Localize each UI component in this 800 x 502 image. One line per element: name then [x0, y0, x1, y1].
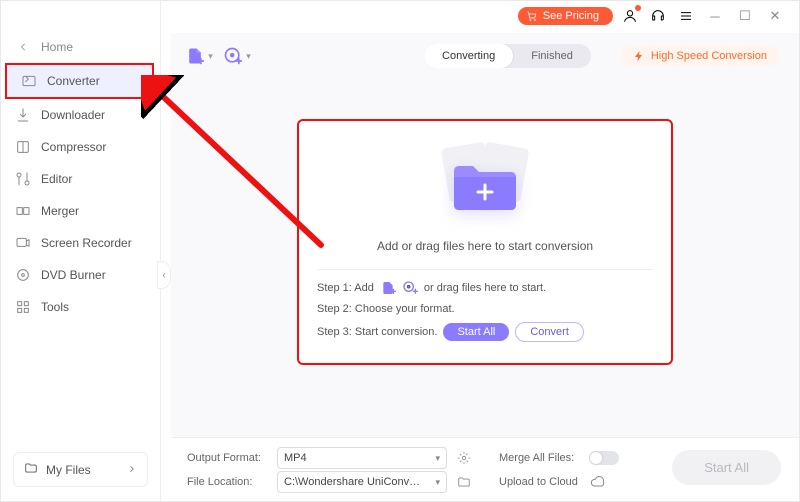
start-all-pill[interactable]: Start All [443, 323, 509, 341]
add-dvd-icon [402, 280, 418, 296]
close-button[interactable]: ✕ [763, 4, 787, 28]
main-panel: ▾ ▾ Converting Finished High Speed Conve… [171, 33, 799, 501]
nav-dvd-burner-label: DVD Burner [41, 268, 106, 282]
see-pricing-button[interactable]: See Pricing [518, 7, 613, 25]
step3-text: Step 3: Start conversion. [317, 326, 437, 338]
add-file-icon [380, 280, 396, 296]
converter-icon [21, 73, 37, 89]
output-format-select[interactable]: MP4 ▾ [277, 447, 447, 469]
tools-icon [15, 299, 31, 315]
add-dvd-button[interactable]: ▾ [223, 42, 251, 70]
steps: Step 1: Add or drag files here to start.… [317, 280, 653, 342]
folder-illustration [317, 143, 653, 229]
minimize-button[interactable]: ─ [703, 4, 727, 28]
nav-home[interactable]: Home [1, 31, 160, 63]
nav-compressor[interactable]: Compressor [1, 131, 160, 163]
nav-merger-label: Merger [41, 204, 79, 218]
folder-icon [24, 461, 38, 478]
screen-recorder-icon [15, 235, 31, 251]
step1-prefix: Step 1: Add [317, 282, 374, 294]
downloader-icon [15, 107, 31, 123]
high-speed-conversion-button[interactable]: High Speed Conversion [621, 46, 779, 66]
nav-downloader-label: Downloader [41, 108, 105, 122]
compressor-icon [15, 139, 31, 155]
nav-editor-label: Editor [41, 172, 72, 186]
output-format-label: Output Format: [187, 452, 269, 464]
upload-cloud-label: Upload to Cloud [499, 476, 581, 488]
nav-dvd-burner[interactable]: DVD Burner [1, 259, 160, 291]
see-pricing-label: See Pricing [543, 10, 599, 22]
merge-all-toggle[interactable] [589, 451, 619, 465]
footer: Output Format: MP4 ▾ Merge All Files: Fi… [171, 437, 799, 501]
maximize-button[interactable]: ☐ [733, 4, 757, 28]
nav-merger[interactable]: Merger [1, 195, 160, 227]
chevron-down-icon: ▾ [246, 51, 251, 62]
chevron-right-icon [127, 463, 137, 477]
menu-icon[interactable] [675, 5, 697, 27]
nav-screen-recorder[interactable]: Screen Recorder [1, 227, 160, 259]
merger-icon [15, 203, 31, 219]
chevron-down-icon: ▾ [208, 51, 213, 62]
output-format-value: MP4 [284, 452, 307, 464]
lightning-icon [633, 50, 645, 62]
back-icon [15, 39, 31, 55]
add-file-button[interactable]: ▾ [185, 42, 213, 70]
dvd-burner-icon [15, 267, 31, 283]
chevron-down-icon: ▾ [435, 477, 440, 488]
sidebar-collapse-handle[interactable]: ‹ [157, 261, 171, 289]
cloud-icon[interactable] [589, 473, 607, 491]
folder-plus-icon [450, 157, 520, 215]
sidebar: Home Converter Downloader Compressor Edi… [1, 1, 161, 501]
tab-finished[interactable]: Finished [513, 44, 591, 68]
nav-editor[interactable]: Editor [1, 163, 160, 195]
chevron-down-icon: ▾ [435, 453, 440, 464]
high-speed-label: High Speed Conversion [651, 50, 767, 62]
nav-tools-label: Tools [41, 300, 69, 314]
nav-converter[interactable]: Converter [5, 63, 154, 99]
file-location-label: File Location: [187, 476, 269, 488]
start-all-button[interactable]: Start All [672, 450, 781, 485]
support-icon[interactable] [647, 5, 669, 27]
open-folder-icon[interactable] [455, 473, 473, 491]
toolbar: ▾ ▾ Converting Finished High Speed Conve… [171, 33, 799, 79]
settings-icon[interactable] [455, 449, 473, 467]
nav-screen-recorder-label: Screen Recorder [41, 236, 132, 250]
my-files-button[interactable]: My Files [13, 452, 148, 487]
file-location-select[interactable]: C:\Wondershare UniConverter ▾ [277, 471, 447, 493]
nav-compressor-label: Compressor [41, 140, 106, 154]
nav-downloader[interactable]: Downloader [1, 99, 160, 131]
account-icon[interactable] [619, 5, 641, 27]
merge-all-label: Merge All Files: [499, 452, 581, 464]
nav-tools[interactable]: Tools [1, 291, 160, 323]
file-location-value: C:\Wondershare UniConverter [284, 476, 424, 488]
editor-icon [15, 171, 31, 187]
tab-converting[interactable]: Converting [424, 44, 513, 68]
step2-text: Step 2: Choose your format. [317, 303, 455, 315]
convert-pill[interactable]: Convert [515, 322, 584, 342]
nav-converter-label: Converter [47, 74, 100, 88]
cart-icon [526, 10, 538, 22]
my-files-label: My Files [46, 463, 91, 477]
status-tabs: Converting Finished [424, 44, 591, 68]
drop-message: Add or drag files here to start conversi… [317, 239, 653, 270]
drop-zone[interactable]: Add or drag files here to start conversi… [297, 119, 673, 365]
step1-suffix: or drag files here to start. [424, 282, 546, 294]
nav-home-label: Home [41, 40, 73, 54]
